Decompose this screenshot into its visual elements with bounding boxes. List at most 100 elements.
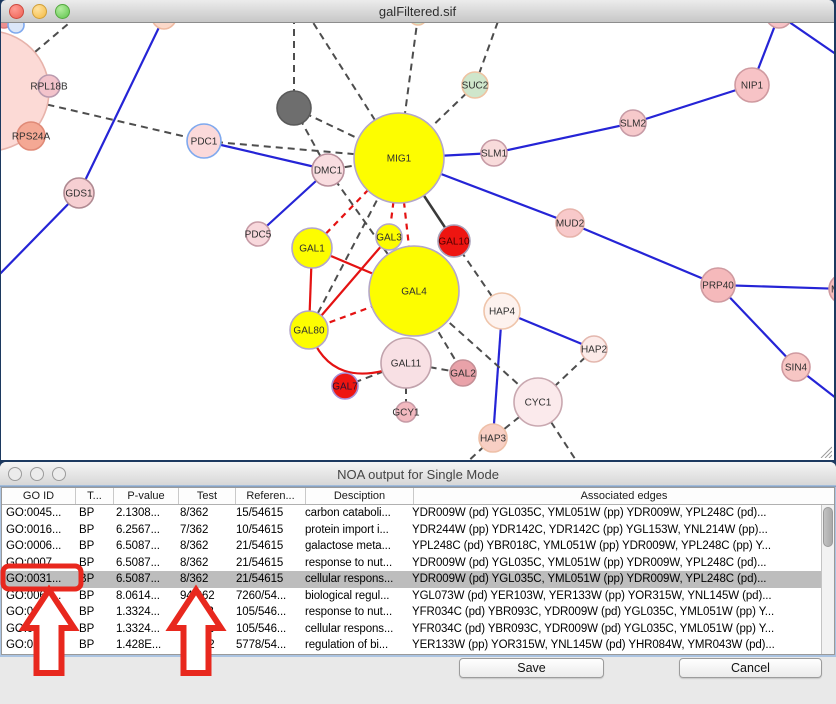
- table-cell: GO:0045...: [2, 505, 75, 522]
- network-node[interactable]: [152, 23, 176, 29]
- table-cell: cellular respons...: [301, 621, 408, 638]
- table-row-7[interactable]: GO:0031...BP1.3324...11/362105/546...res…: [2, 604, 821, 621]
- table-cell: 5778/54...: [232, 637, 301, 654]
- table-cell: BP: [75, 637, 112, 654]
- network-node-label: RPL18B: [30, 82, 68, 93]
- table-row-9[interactable]: GO:0050...BP1.428E...80/3625778/54...reg…: [2, 637, 821, 654]
- table-cell: GO:0031...: [2, 621, 75, 638]
- table-cell: GO:0050...: [2, 637, 75, 654]
- network-edge[interactable]: [779, 23, 834, 59]
- network-node-label: GDS1: [65, 189, 93, 200]
- network-node-label: GAL4: [401, 287, 427, 298]
- table-cell: 11/362: [176, 621, 232, 638]
- table-row-1[interactable]: GO:0045...BP2.1308...8/36215/54615carbon…: [2, 505, 821, 522]
- table-row-6[interactable]: GO:0065...BP8.0614...94/3627260/54...bio…: [2, 588, 821, 605]
- button-row: Save Cancel: [0, 658, 836, 682]
- table-cell: 6.5087...: [112, 538, 176, 555]
- table-cell: 80/362: [176, 637, 232, 654]
- table-scrollbar[interactable]: [821, 505, 834, 654]
- network-node[interactable]: [766, 23, 792, 28]
- table-cell: 1.428E...: [112, 637, 176, 654]
- table-row-4[interactable]: GO:0007...BP6.5087...8/36221/54615respon…: [2, 555, 821, 572]
- network-node-label: GAL1: [299, 244, 325, 255]
- network-node-label: HAP2: [581, 345, 608, 356]
- network-edge[interactable]: [494, 123, 633, 153]
- column-header-p-value[interactable]: P-value: [114, 488, 179, 504]
- table-cell: YDR244W (pp) YDR142C, YDR142C (pp) YGL15…: [408, 522, 821, 539]
- table-cell: 7260/54...: [232, 588, 301, 605]
- table-cell: 8.0614...: [112, 588, 176, 605]
- table-row-5[interactable]: GO:0031...BP6.5087...8/36221/54615cellul…: [2, 571, 821, 588]
- resize-grip-icon[interactable]: [819, 445, 832, 458]
- column-header-test[interactable]: Test: [179, 488, 236, 504]
- network-node-label: NIP1: [741, 81, 764, 92]
- table-cell: GO:0065...: [2, 588, 75, 605]
- table-row-8[interactable]: GO:0031...BP1.3324...11/362105/546...cel…: [2, 621, 821, 638]
- cancel-button[interactable]: Cancel: [679, 658, 822, 678]
- table-cell: cellular respons...: [301, 571, 408, 588]
- table-cell: 8/362: [176, 538, 232, 555]
- network-node-label: SLM2: [620, 119, 647, 130]
- save-button[interactable]: Save: [459, 658, 604, 678]
- network-window-titlebar[interactable]: galFiltered.sif: [1, 0, 834, 23]
- network-node-label: GAL3: [376, 233, 402, 244]
- table-cell: response to nut...: [301, 604, 408, 621]
- table-cell: carbon cataboli...: [301, 505, 408, 522]
- table-cell: BP: [75, 555, 112, 572]
- noa-window-title: NOA output for Single Mode: [0, 467, 836, 482]
- table-scrollbar-thumb[interactable]: [823, 507, 833, 547]
- network-edge[interactable]: [570, 223, 718, 285]
- network-edge[interactable]: [1, 193, 79, 281]
- noa-window: NOA output for Single Mode GO IDT...P-va…: [0, 462, 836, 704]
- table-cell: 1.3324...: [112, 621, 176, 638]
- column-header-go-id[interactable]: GO ID: [2, 488, 76, 504]
- table-cell: 6.5087...: [112, 571, 176, 588]
- network-node-label: RPS24A: [12, 132, 51, 143]
- network-node-label: GAL7: [332, 382, 358, 393]
- table-row-3[interactable]: GO:0006...BP6.5087...8/36221/54615galact…: [2, 538, 821, 555]
- network-node[interactable]: [8, 23, 24, 33]
- column-header-associated-edges[interactable]: Associated edges: [414, 488, 834, 504]
- table-cell: 105/546...: [232, 604, 301, 621]
- table-header-row: GO IDT...P-valueTestReferen...Desciption…: [2, 488, 834, 505]
- table-cell: BP: [75, 538, 112, 555]
- table-cell: YER133W (pp) YOR315W, YNL145W (pd) YHR08…: [408, 637, 821, 654]
- network-node-label: PRP40: [702, 281, 734, 292]
- table-cell: BP: [75, 505, 112, 522]
- network-node-label: SUC2: [462, 81, 489, 92]
- table-cell: 21/54615: [232, 555, 301, 572]
- network-canvas[interactable]: RPL18BRPS24AGDS1PDC1DMC1MIG1SUC2SLM1SLM2…: [1, 23, 834, 460]
- table-cell: YFR034C (pd) YBR093C, YDR009W (pd) YGL03…: [408, 621, 821, 638]
- network-edge[interactable]: [493, 311, 502, 438]
- table-cell: 11/362: [176, 604, 232, 621]
- network-node-label: PDC5: [245, 230, 272, 241]
- column-header-desciption[interactable]: Desciption: [306, 488, 414, 504]
- network-node-label: MSL1: [831, 285, 834, 296]
- network-node[interactable]: [277, 91, 311, 125]
- network-edge[interactable]: [633, 85, 752, 123]
- network-node-label: HAP3: [480, 434, 507, 445]
- screenshot-root: { "network_window": { "title": "galFilte…: [0, 0, 836, 704]
- network-graph[interactable]: RPL18BRPS24AGDS1PDC1DMC1MIG1SUC2SLM1SLM2…: [1, 23, 834, 460]
- network-node-label: GAL2: [450, 369, 476, 380]
- table-cell: 6.5087...: [112, 555, 176, 572]
- table-cell: GO:0006...: [2, 538, 75, 555]
- table-row-2[interactable]: GO:0016...BP6.2567...7/36210/54615protei…: [2, 522, 821, 539]
- network-node-label: MIG1: [387, 154, 412, 165]
- network-node-label: HAP4: [489, 307, 516, 318]
- table-cell: BP: [75, 588, 112, 605]
- column-header-referen-[interactable]: Referen...: [236, 488, 306, 504]
- network-node[interactable]: [409, 23, 427, 25]
- network-window: galFiltered.sif RPL18BRPS24AGDS1PDC1DMC1…: [1, 0, 834, 460]
- table-cell: YFR034C (pd) YBR093C, YDR009W (pd) YGL03…: [408, 604, 821, 621]
- noa-results-table: GO IDT...P-valueTestReferen...Desciption…: [1, 487, 835, 655]
- noa-window-titlebar[interactable]: NOA output for Single Mode: [0, 462, 836, 487]
- network-edge[interactable]: [204, 141, 328, 170]
- table-cell: 2.1308...: [112, 505, 176, 522]
- network-node-label: GAL11: [391, 359, 422, 370]
- table-cell: YPL248C (pd) YBR018C, YML051W (pp) YDR00…: [408, 538, 821, 555]
- network-edge[interactable]: [79, 23, 164, 193]
- column-header-t-[interactable]: T...: [76, 488, 114, 504]
- table-body: GO:0045...BP2.1308...8/36215/54615carbon…: [2, 505, 821, 654]
- table-cell: protein import i...: [301, 522, 408, 539]
